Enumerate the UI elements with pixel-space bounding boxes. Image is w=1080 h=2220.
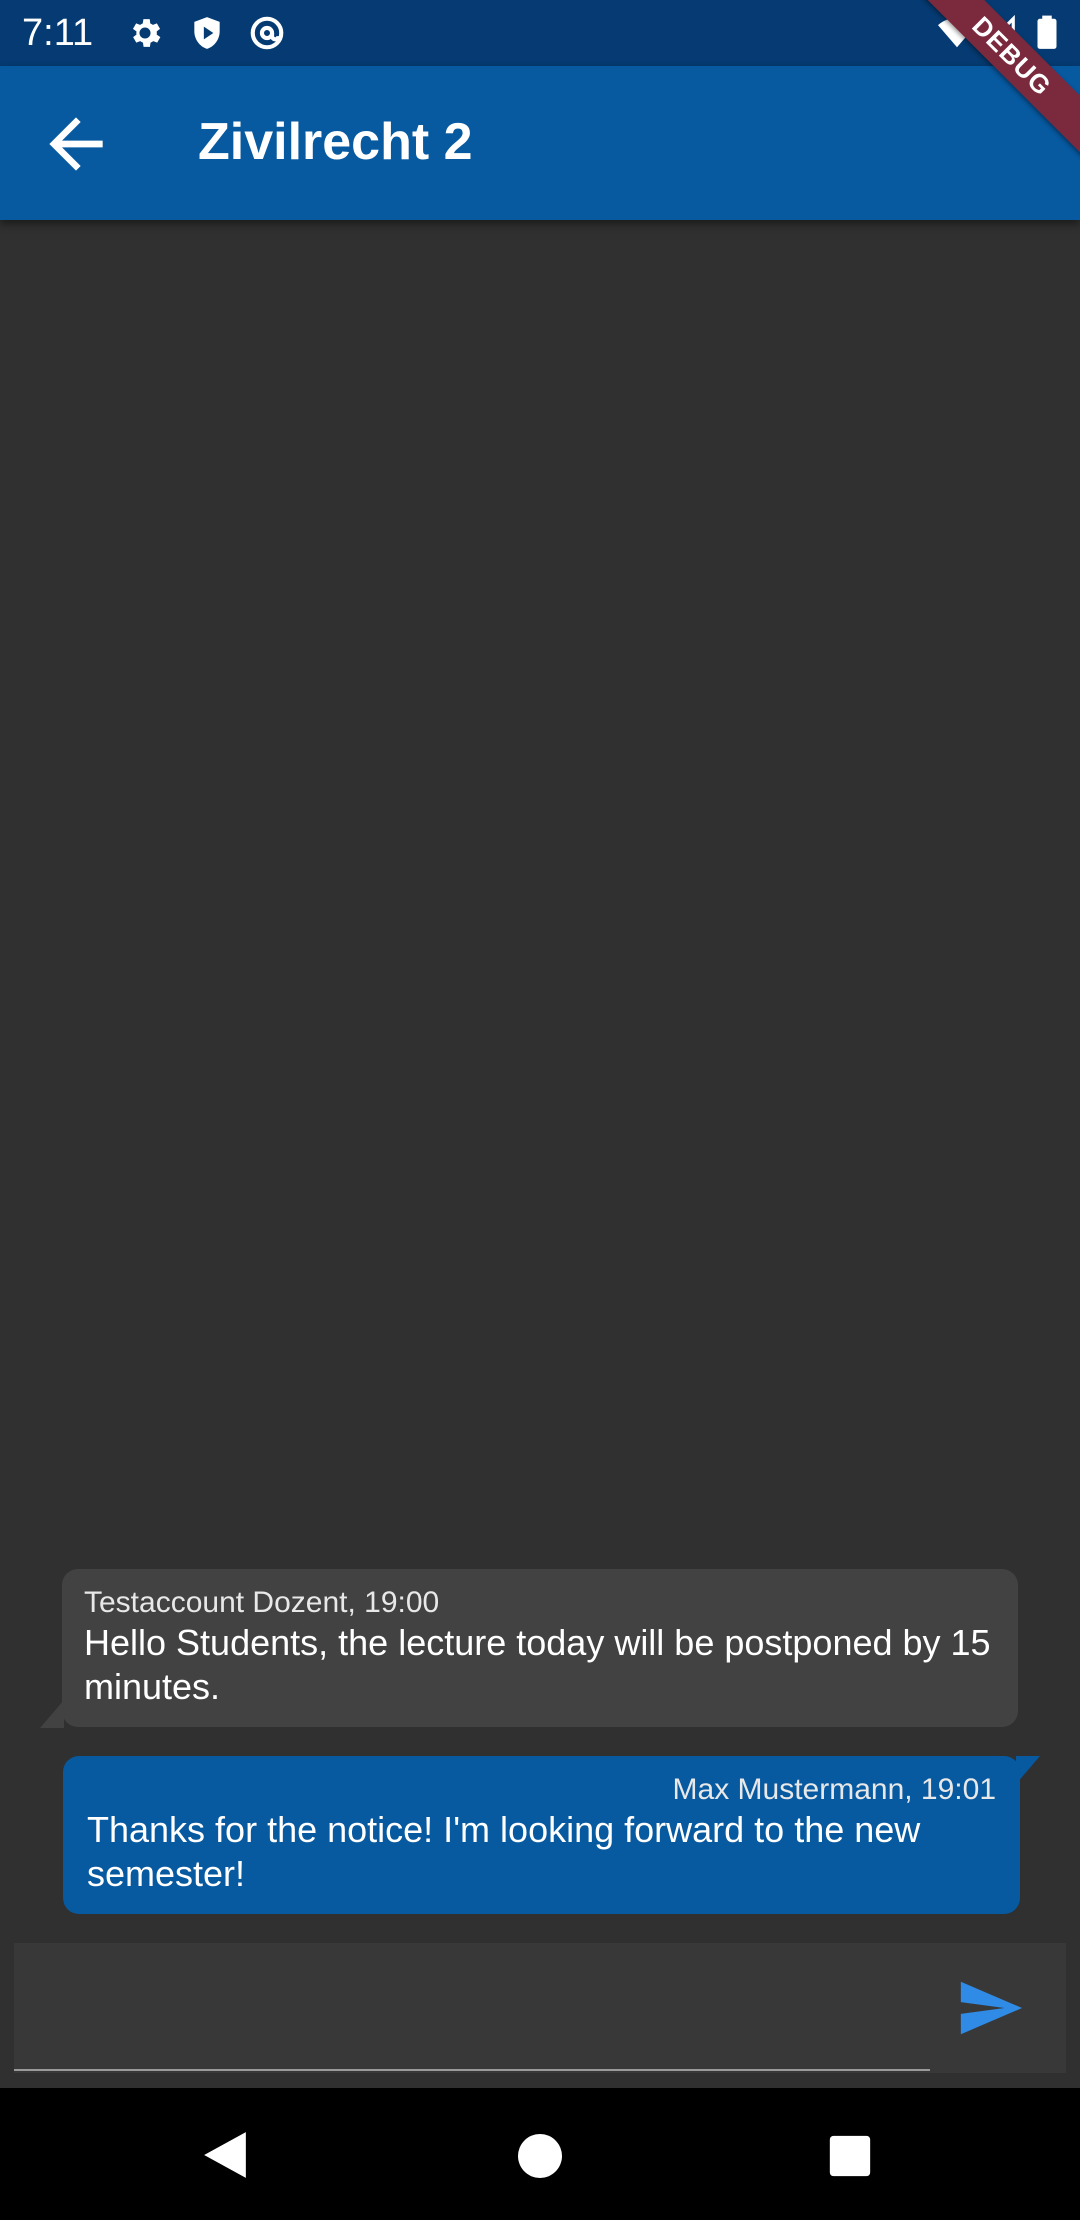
gear-icon bbox=[132, 19, 161, 47]
message-text: Hello Students, the lecture today will b… bbox=[84, 1622, 991, 1707]
arrow-back-icon[interactable] bbox=[36, 104, 116, 184]
send-icon[interactable] bbox=[950, 1973, 1030, 2043]
app-bar: Zivilrecht 2 bbox=[0, 66, 1080, 220]
home-circle-icon[interactable] bbox=[518, 2134, 562, 2178]
message-tail-incoming bbox=[40, 1700, 64, 1728]
recents-square-icon[interactable] bbox=[828, 2134, 872, 2178]
status-bar: 7:11 bbox=[0, 0, 1080, 66]
shield-play-icon bbox=[194, 17, 220, 49]
message-text: Thanks for the notice! I'm looking forwa… bbox=[87, 1809, 921, 1894]
back-triangle-icon[interactable] bbox=[200, 2130, 250, 2180]
message-bubble-incoming[interactable]: Testaccount Dozent, 19:00 Hello Students… bbox=[62, 1569, 1018, 1727]
status-time: 7:11 bbox=[22, 12, 94, 54]
message-input[interactable] bbox=[14, 1943, 930, 2071]
system-navigation-bar bbox=[0, 2088, 1080, 2220]
battery-icon bbox=[1037, 15, 1057, 49]
message-bubble-outgoing[interactable]: Max Mustermann, 19:01 Thanks for the not… bbox=[63, 1756, 1020, 1914]
at-sign-icon bbox=[250, 16, 284, 50]
message-sender: Testaccount Dozent, 19:00 bbox=[84, 1586, 440, 1619]
page-title: Zivilrecht 2 bbox=[198, 113, 473, 171]
message-sender: Max Mustermann, 19:01 bbox=[672, 1773, 996, 1806]
message-composer bbox=[14, 1943, 1066, 2073]
